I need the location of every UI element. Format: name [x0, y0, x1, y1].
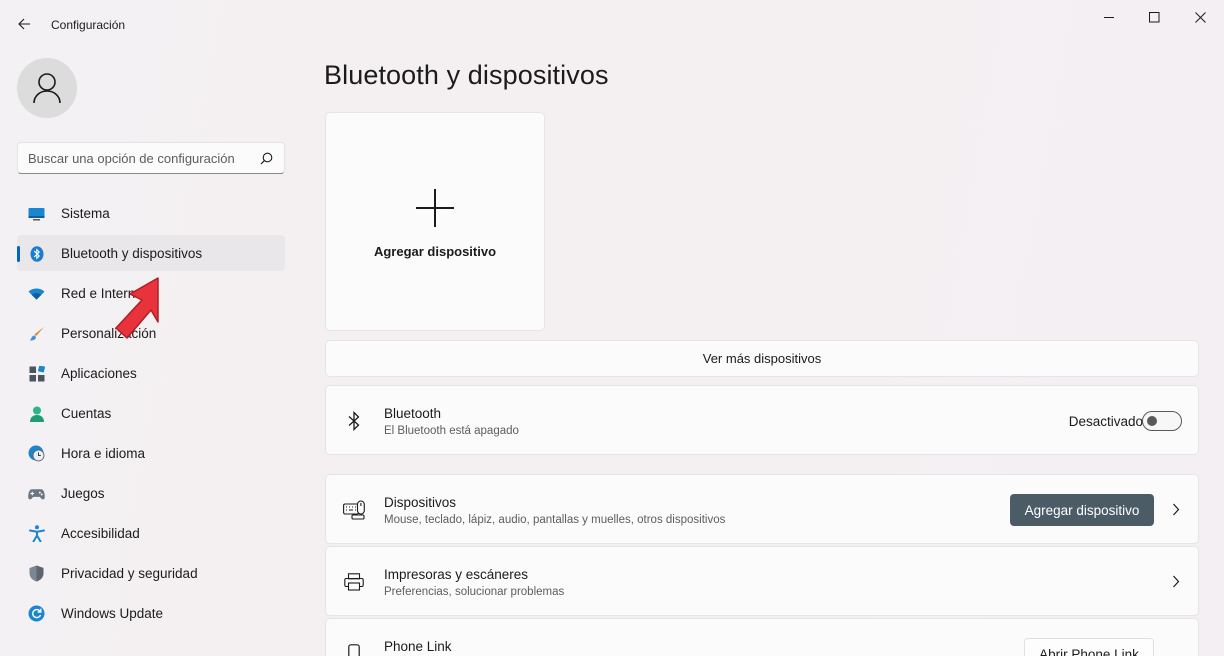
- devices-keyboard-icon: [343, 499, 365, 521]
- sidebar-item-label: Accesibilidad: [61, 526, 140, 541]
- bluetooth-row: Bluetooth El Bluetooth está apagado Desa…: [325, 385, 1199, 455]
- user-icon: [33, 73, 61, 104]
- add-device-tile-label: Agregar dispositivo: [373, 244, 497, 259]
- clock-globe-icon: [28, 445, 45, 462]
- person-icon: [28, 405, 45, 422]
- sidebar-item-label: Personalización: [61, 326, 157, 341]
- back-button[interactable]: [10, 10, 38, 38]
- sidebar-item-juegos[interactable]: Juegos: [17, 475, 285, 511]
- close-icon: [1194, 11, 1206, 23]
- bluetooth-toggle[interactable]: [1142, 411, 1182, 431]
- devices-title: Dispositivos: [384, 495, 457, 510]
- sidebar-item-label: Bluetooth y dispositivos: [61, 246, 203, 261]
- update-icon: [28, 605, 45, 622]
- bluetooth-icon: [28, 245, 45, 262]
- sidebar-item-label: Hora e idioma: [61, 446, 146, 461]
- sidebar-item-bluetooth[interactable]: Bluetooth y dispositivos: [17, 235, 285, 271]
- sidebar-item-label: Sistema: [61, 206, 110, 221]
- minimize-button[interactable]: [1086, 0, 1132, 34]
- close-button[interactable]: [1177, 0, 1223, 34]
- app-title: Configuración: [51, 18, 126, 32]
- more-devices-label: Ver más dispositivos: [702, 351, 822, 366]
- bluetooth-title: Bluetooth: [384, 406, 442, 421]
- search-input[interactable]: [28, 143, 258, 173]
- monitor-icon: [28, 205, 45, 222]
- sidebar-item-aplicaciones[interactable]: Aplicaciones: [17, 355, 285, 391]
- phone-link-title: Phone Link: [384, 639, 452, 654]
- shield-icon: [28, 565, 45, 582]
- toggle-knob: [1147, 416, 1157, 426]
- sidebar-item-privacidad[interactable]: Privacidad y seguridad: [17, 555, 285, 591]
- plus-icon: [416, 189, 454, 227]
- printers-subtitle: Preferencias, solucionar problemas: [384, 586, 565, 598]
- sidebar-item-label: Cuentas: [61, 406, 112, 421]
- sidebar-item-cuentas[interactable]: Cuentas: [17, 395, 285, 431]
- devices-subtitle: Mouse, teclado, lápiz, audio, pantallas …: [384, 514, 726, 526]
- bluetooth-symbol-icon: [343, 410, 365, 432]
- sidebar-item-label: Juegos: [61, 486, 105, 501]
- devices-row[interactable]: Dispositivos Mouse, teclado, lápiz, audi…: [325, 474, 1199, 544]
- accessibility-icon: [28, 525, 45, 542]
- maximize-button[interactable]: [1131, 0, 1177, 34]
- sidebar-nav: Sistema Bluetooth y dispositivos Red e I…: [17, 195, 285, 635]
- sidebar-item-label: Windows Update: [61, 606, 164, 621]
- page-title: Bluetooth y dispositivos: [324, 60, 609, 90]
- add-device-button[interactable]: Agregar dispositivo: [1010, 494, 1154, 526]
- search-icon[interactable]: [260, 152, 273, 165]
- open-phone-link-button[interactable]: Abrir Phone Link: [1024, 638, 1154, 656]
- printers-title: Impresoras y escáneres: [384, 567, 529, 582]
- search-box: [17, 142, 285, 174]
- avatar[interactable]: [17, 58, 77, 118]
- chevron-right-icon[interactable]: [1172, 503, 1180, 516]
- printers-row[interactable]: Impresoras y escáneres Preferencias, sol…: [325, 546, 1199, 616]
- brush-icon: [28, 325, 45, 342]
- sidebar-item-windows-update[interactable]: Windows Update: [17, 595, 285, 631]
- title-bar: Configuración: [0, 0, 1224, 48]
- apps-icon: [28, 365, 45, 382]
- bluetooth-subtitle: El Bluetooth está apagado: [384, 425, 519, 437]
- sidebar-item-accesibilidad[interactable]: Accesibilidad: [17, 515, 285, 551]
- sidebar-item-red[interactable]: Red e Internet: [17, 275, 285, 311]
- phone-link-row[interactable]: Phone Link Abrir Phone Link: [325, 618, 1199, 656]
- gamepad-icon: [28, 485, 45, 502]
- minimize-icon: [1103, 16, 1114, 18]
- sidebar-item-sistema[interactable]: Sistema: [17, 195, 285, 231]
- sidebar-item-label: Aplicaciones: [61, 366, 137, 381]
- phone-icon: [343, 643, 365, 656]
- wifi-icon: [28, 285, 45, 302]
- add-device-tile[interactable]: Agregar dispositivo: [325, 112, 545, 331]
- more-devices-button[interactable]: Ver más dispositivos: [325, 340, 1199, 377]
- settings-window: Configuración Sistema: [0, 0, 1224, 656]
- maximize-icon: [1148, 11, 1159, 22]
- sidebar-item-personalizacion[interactable]: Personalización: [17, 315, 285, 351]
- sidebar-item-label: Privacidad y seguridad: [61, 566, 198, 581]
- bluetooth-toggle-state: Desactivado: [1068, 414, 1143, 429]
- sidebar-item-label: Red e Internet: [61, 286, 147, 301]
- back-arrow-icon: [18, 18, 30, 30]
- sidebar-item-hora-idioma[interactable]: Hora e idioma: [17, 435, 285, 471]
- chevron-right-icon[interactable]: [1172, 575, 1180, 588]
- printer-icon: [343, 571, 365, 593]
